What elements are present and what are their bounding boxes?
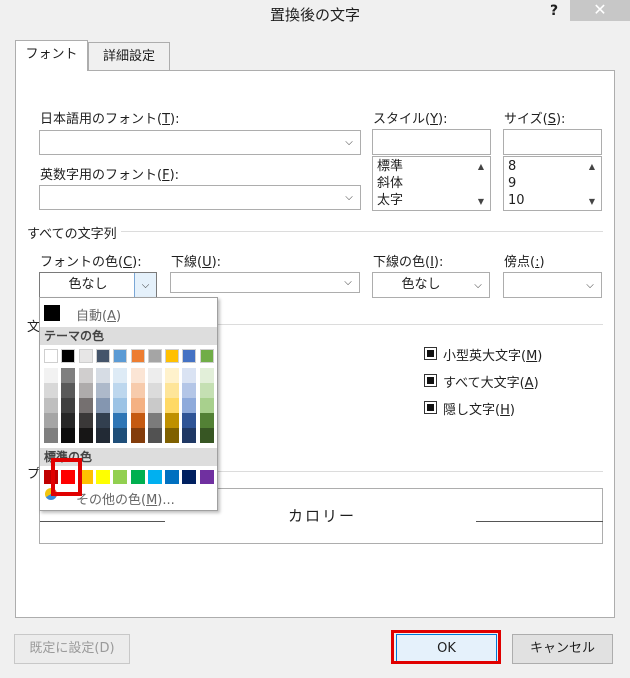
- latin-font-label: 英数字用のフォント(F):: [40, 168, 180, 183]
- scrollbar[interactable]: ▲ ▼: [583, 157, 601, 210]
- scroll-up-icon[interactable]: ▲: [583, 162, 601, 171]
- tab-advanced[interactable]: 詳細設定: [88, 42, 170, 70]
- selected-color-highlight: [51, 458, 82, 496]
- underline-color-value: 色なし: [401, 277, 441, 292]
- standard-color-swatch[interactable]: [165, 470, 180, 484]
- all-caps-checkbox[interactable]: [424, 374, 437, 387]
- hidden-label: 隠し文字(H): [443, 403, 515, 418]
- emphasis-combo[interactable]: ⌵: [503, 272, 602, 298]
- scroll-down-icon[interactable]: ▼: [472, 197, 490, 206]
- set-default-button[interactable]: 既定に設定(D): [14, 634, 130, 664]
- all-text-group-label: すべての文字列: [27, 223, 121, 242]
- size-label: サイズ(S):: [504, 112, 566, 127]
- tab-font[interactable]: フォント: [15, 40, 88, 71]
- small-caps-checkbox[interactable]: [424, 347, 437, 360]
- all-caps-label: すべて大文字(A): [443, 376, 539, 391]
- font-color-combo[interactable]: 色なし ⌵: [39, 272, 157, 298]
- underline-label: 下線(U):: [171, 255, 222, 270]
- standard-color-swatch[interactable]: [199, 470, 214, 484]
- close-button[interactable]: ✕: [570, 0, 630, 21]
- font-color-value: 色なし: [68, 277, 108, 292]
- underline-combo[interactable]: ⌵: [170, 272, 360, 293]
- more-colors-option[interactable]: その他の色(M)...: [76, 489, 175, 508]
- emphasis-label: 傍点(:): [504, 255, 545, 270]
- japanese-font-combo[interactable]: ⌵: [39, 130, 361, 155]
- standard-color-swatch[interactable]: [182, 470, 197, 484]
- hidden-checkbox[interactable]: [424, 401, 437, 414]
- list-item[interactable]: 8: [508, 158, 516, 175]
- standard-color-swatch[interactable]: [147, 470, 162, 484]
- ok-highlight: [391, 630, 501, 664]
- chevron-down-icon[interactable]: ⌵: [337, 273, 359, 292]
- scrollbar[interactable]: ▲ ▼: [472, 157, 490, 210]
- scroll-up-icon[interactable]: ▲: [472, 162, 490, 171]
- list-item[interactable]: 10: [508, 192, 525, 209]
- style-input[interactable]: [372, 129, 491, 155]
- scroll-down-icon[interactable]: ▼: [583, 197, 601, 206]
- underline-color-label: 下線の色(I):: [373, 255, 444, 270]
- list-item[interactable]: 斜体: [377, 175, 403, 192]
- style-label: スタイル(Y):: [373, 112, 448, 127]
- latin-font-combo[interactable]: ⌵: [39, 185, 361, 210]
- list-item[interactable]: 標準: [377, 158, 403, 175]
- chevron-down-icon[interactable]: ⌵: [338, 131, 360, 154]
- list-item[interactable]: 太字: [377, 192, 403, 209]
- standard-color-swatch[interactable]: [130, 470, 145, 484]
- japanese-font-label: 日本語用のフォント(T):: [40, 112, 180, 127]
- dialog-title: 置換後の文字: [269, 6, 360, 24]
- help-button[interactable]: ?: [544, 0, 564, 24]
- chevron-down-icon[interactable]: ⌵: [338, 186, 360, 209]
- chevron-down-icon[interactable]: ⌵: [467, 273, 489, 297]
- font-color-label: フォントの色(C):: [40, 255, 142, 270]
- list-item[interactable]: 9: [508, 175, 516, 192]
- standard-color-swatch[interactable]: [113, 470, 128, 484]
- size-list[interactable]: 8 9 10 ▲ ▼: [503, 156, 602, 211]
- style-list[interactable]: 標準 斜体 太字 ▲ ▼: [372, 156, 491, 211]
- standard-color-swatch[interactable]: [95, 470, 110, 484]
- chevron-down-icon[interactable]: ⌵: [579, 273, 601, 297]
- underline-color-combo[interactable]: 色なし ⌵: [372, 272, 490, 298]
- chevron-down-icon[interactable]: ⌵: [134, 273, 156, 297]
- size-input[interactable]: [503, 129, 602, 155]
- cancel-button[interactable]: キャンセル: [512, 634, 613, 664]
- small-caps-label: 小型英大文字(M): [443, 349, 543, 364]
